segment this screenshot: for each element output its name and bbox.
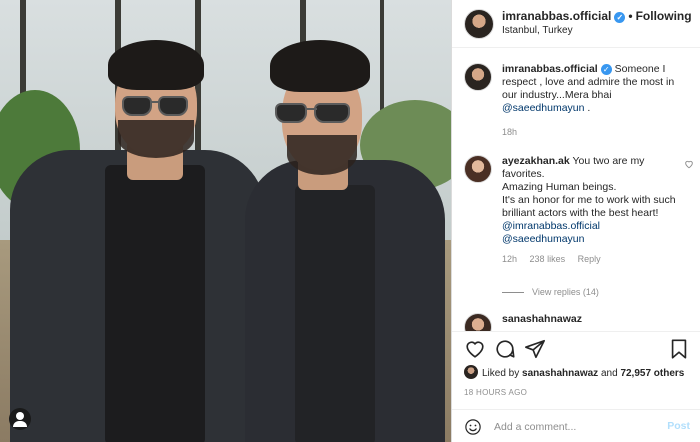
comment-username[interactable]: sanashahnawaz xyxy=(502,313,582,325)
mention-link[interactable]: @saeedhumayun xyxy=(502,102,584,114)
comment-text: sanashahnawaz xyxy=(502,313,684,326)
post-button[interactable]: Post xyxy=(667,420,690,432)
view-replies-label: View replies (14) xyxy=(532,287,599,297)
liked-by-row: Liked by sanashahnawaz and 72,957 others xyxy=(464,365,684,379)
verified-badge-icon: ✓ xyxy=(600,64,612,75)
comments-list[interactable]: imranabbas.official ✓ Someone I respect ,… xyxy=(452,49,700,331)
divider xyxy=(502,292,524,294)
likes-count[interactable]: 72,957 others xyxy=(620,368,684,379)
avatar[interactable] xyxy=(464,365,478,379)
avatar[interactable] xyxy=(464,313,492,331)
header-username[interactable]: imranabbas.official xyxy=(502,9,611,23)
location-link[interactable]: Istanbul, Turkey xyxy=(502,25,573,36)
liked-by-and: and xyxy=(598,368,621,379)
share-send-icon[interactable] xyxy=(524,338,546,360)
list-item: ayezakhan.ak You two are my favorites. A… xyxy=(464,155,693,264)
separator-dot: • xyxy=(628,9,633,23)
mention-link[interactable]: @imranabbas.official xyxy=(502,220,600,232)
comment-username[interactable]: ayezakhan.ak xyxy=(502,155,570,167)
post-actions: Liked by sanashahnawaz and 72,957 others… xyxy=(452,331,700,442)
view-replies-button[interactable]: View replies (14) xyxy=(502,287,599,297)
list-item: sanashahnawaz xyxy=(464,313,684,331)
add-comment-bar: Post xyxy=(452,409,700,442)
avatar[interactable] xyxy=(464,155,492,183)
like-comment-heart-icon[interactable] xyxy=(684,159,694,169)
comment-input[interactable] xyxy=(494,419,654,435)
caption-trail: . xyxy=(584,102,591,114)
post-header: imranabbas.official ✓ • Following Istanbul,… xyxy=(452,0,700,48)
verified-badge-icon: ✓ xyxy=(614,12,626,23)
liked-by-user[interactable]: sanashahnawaz xyxy=(522,368,598,379)
emoji-smile-icon[interactable] xyxy=(464,418,482,436)
caption-username[interactable]: imranabbas.official xyxy=(502,63,598,75)
bookmark-icon[interactable] xyxy=(668,338,690,360)
avatar[interactable] xyxy=(464,63,492,91)
comment-line: It's an honor for me to work with such b… xyxy=(502,194,676,219)
reply-button[interactable]: Reply xyxy=(578,254,601,264)
liked-by-prefix: Liked by xyxy=(482,368,523,379)
comment-meta: 18h xyxy=(502,127,684,137)
comment-bubble-icon[interactable] xyxy=(494,338,516,360)
mention-link[interactable]: @saeedhumayun xyxy=(502,233,584,245)
post-photo[interactable] xyxy=(0,0,451,442)
post-side-panel: imranabbas.official ✓ • Following Istanbul,… xyxy=(451,0,700,442)
caption-text: imranabbas.official ✓ Someone I respect ,… xyxy=(502,63,684,115)
comment-likes[interactable]: 238 likes xyxy=(530,254,566,264)
comment-age[interactable]: 12h xyxy=(502,254,517,264)
comment-line: Amazing Human beings. xyxy=(502,181,617,193)
like-heart-icon[interactable] xyxy=(464,338,486,360)
post-timestamp[interactable]: 18 HOURS AGO xyxy=(464,388,527,397)
header-username-row: imranabbas.official ✓ • Following xyxy=(502,9,692,23)
comment-meta: 12h 238 likes Reply xyxy=(502,254,684,264)
comment-text: ayezakhan.ak You two are my favorites. A… xyxy=(502,155,684,246)
comment-age[interactable]: 18h xyxy=(502,127,517,137)
caption-comment: imranabbas.official ✓ Someone I respect ,… xyxy=(464,63,684,137)
following-button[interactable]: Following xyxy=(636,9,692,23)
tagged-user-icon[interactable] xyxy=(9,408,31,430)
avatar[interactable] xyxy=(464,9,494,39)
